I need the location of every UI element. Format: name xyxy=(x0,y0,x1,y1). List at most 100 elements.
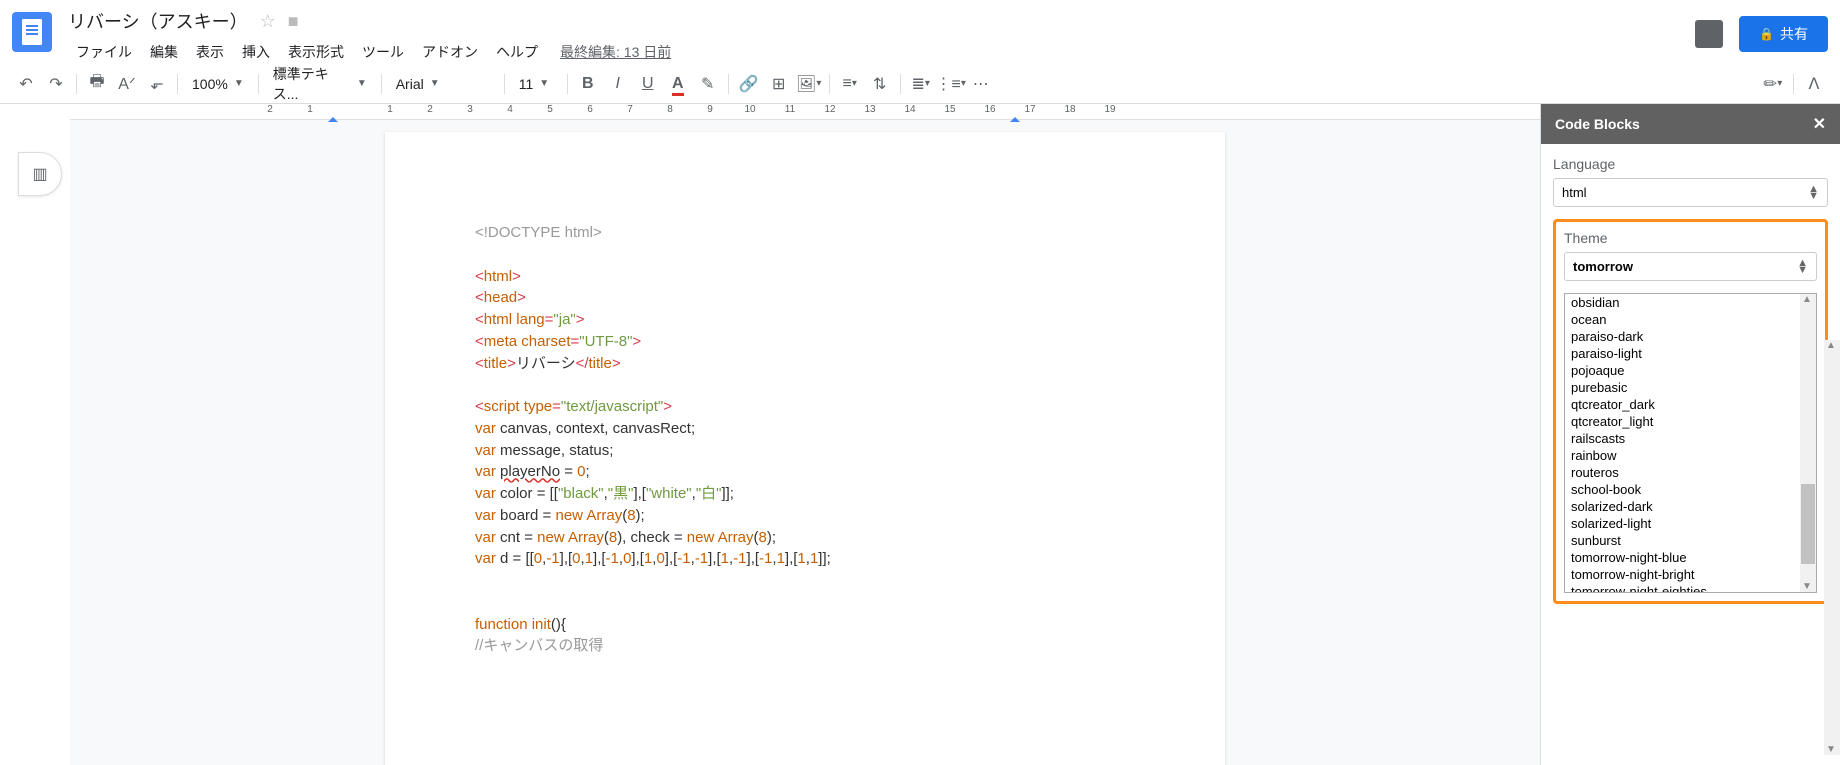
document-title[interactable]: リバーシ（アスキー） xyxy=(68,8,248,34)
undo-button[interactable]: ↶ xyxy=(12,70,40,98)
theme-option[interactable]: school-book xyxy=(1565,481,1816,498)
share-label: 共有 xyxy=(1780,24,1808,44)
ruler-number: 13 xyxy=(850,104,890,115)
theme-option[interactable]: tomorrow-night-eighties xyxy=(1565,583,1816,593)
theme-option[interactable]: solarized-light xyxy=(1565,515,1816,532)
code-blocks-sidebar: Code Blocks ✕ Language html ▲▼ Theme tom… xyxy=(1540,104,1840,765)
select-arrows-icon: ▲▼ xyxy=(1797,260,1808,273)
align-button[interactable]: ≡▾ xyxy=(836,70,864,98)
theme-select[interactable]: tomorrow ▲▼ xyxy=(1564,252,1817,281)
ruler-number: 6 xyxy=(570,104,610,115)
page[interactable]: <!DOCTYPE html> <html> <head> <html lang… xyxy=(385,132,1225,765)
bold-button[interactable]: B xyxy=(574,70,602,98)
theme-option[interactable]: purebasic xyxy=(1565,379,1816,396)
share-button[interactable]: 🔒 共有 xyxy=(1739,16,1828,52)
comments-icon[interactable] xyxy=(1695,20,1723,48)
ruler-number: 14 xyxy=(890,104,930,115)
sidebar-title: Code Blocks xyxy=(1555,116,1640,132)
ruler-number: 19 xyxy=(1090,104,1130,115)
menu-help[interactable]: ヘルプ xyxy=(488,38,546,66)
ruler-number: 11 xyxy=(770,104,810,115)
styles-select[interactable]: 標準テキス...▼ xyxy=(265,70,375,98)
theme-option[interactable]: routeros xyxy=(1565,464,1816,481)
ruler-number: 8 xyxy=(650,104,690,115)
document-canvas[interactable]: 2112345678910111213141516171819 <!DOCTYP… xyxy=(70,104,1540,765)
underline-button[interactable]: U xyxy=(634,70,662,98)
insert-comment-button[interactable]: ⊞ xyxy=(765,70,793,98)
print-button[interactable]: 🖶 xyxy=(83,70,111,98)
ruler-number: 7 xyxy=(610,104,650,115)
menu-file[interactable]: ファイル xyxy=(68,38,140,66)
ruler-number: 9 xyxy=(690,104,730,115)
spellcheck-button[interactable]: Aᐟ xyxy=(113,70,141,98)
theme-option[interactable]: ocean xyxy=(1565,311,1816,328)
folder-icon[interactable]: ■ xyxy=(288,11,299,32)
language-select[interactable]: html ▲▼ xyxy=(1553,178,1828,207)
ruler-number: 5 xyxy=(530,104,570,115)
insert-link-button[interactable]: 🔗 xyxy=(735,70,763,98)
zoom-select[interactable]: 100%▼ xyxy=(184,70,252,98)
horizontal-ruler[interactable]: 2112345678910111213141516171819 xyxy=(70,104,1540,120)
sidebar-scrollbar[interactable] xyxy=(1824,340,1840,755)
outline-toggle-button[interactable]: ▥ xyxy=(18,152,62,196)
app-header: リバーシ（アスキー） ☆ ■ ファイル 編集 表示 挿入 表示形式 ツール アド… xyxy=(0,0,1840,64)
menu-insert[interactable]: 挿入 xyxy=(234,38,278,66)
menu-format[interactable]: 表示形式 xyxy=(280,38,352,66)
paint-format-button[interactable]: ⬐ xyxy=(143,70,171,98)
highlight-button[interactable]: ✎ xyxy=(694,70,722,98)
ruler-number: 16 xyxy=(970,104,1010,115)
theme-option[interactable]: qtcreator_dark xyxy=(1565,396,1816,413)
ruler-number: 18 xyxy=(1050,104,1090,115)
theme-option[interactable]: sunburst xyxy=(1565,532,1816,549)
star-icon[interactable]: ☆ xyxy=(260,11,276,32)
theme-option[interactable]: tomorrow-night-blue xyxy=(1565,549,1816,566)
theme-listbox[interactable]: obsidianoceanparaiso-darkparaiso-lightpo… xyxy=(1564,293,1817,593)
theme-option[interactable]: pojoaque xyxy=(1565,362,1816,379)
theme-option[interactable]: rainbow xyxy=(1565,447,1816,464)
code-content[interactable]: <!DOCTYPE html> <html> <head> <html lang… xyxy=(475,222,1135,657)
language-label: Language xyxy=(1553,156,1828,172)
toolbar: ↶ ↷ 🖶 Aᐟ ⬐ 100%▼ 標準テキス...▼ Arial▼ 11▼ B … xyxy=(0,64,1840,104)
ruler-number: 2 xyxy=(250,104,290,115)
editing-mode-button[interactable]: ✎▾ xyxy=(1759,70,1787,98)
theme-option[interactable]: qtcreator_light xyxy=(1565,413,1816,430)
insert-image-button[interactable]: 🖼▾ xyxy=(795,70,823,98)
theme-option[interactable]: paraiso-dark xyxy=(1565,328,1816,345)
docs-logo[interactable] xyxy=(12,12,52,52)
menu-edit[interactable]: 編集 xyxy=(142,38,186,66)
listbox-scrollbar[interactable] xyxy=(1800,294,1816,592)
menu-view[interactable]: 表示 xyxy=(188,38,232,66)
ruler-number: 10 xyxy=(730,104,770,115)
sidebar-close-button[interactable]: ✕ xyxy=(1813,114,1826,134)
line-spacing-button[interactable]: ⇅ xyxy=(866,70,894,98)
ruler-number: 3 xyxy=(450,104,490,115)
ruler-number: 12 xyxy=(810,104,850,115)
italic-button[interactable]: I xyxy=(604,70,632,98)
more-button[interactable]: ⋯ xyxy=(967,70,995,98)
font-select[interactable]: Arial▼ xyxy=(388,70,498,98)
theme-option[interactable]: paraiso-light xyxy=(1565,345,1816,362)
ruler-number: 1 xyxy=(290,104,330,115)
menu-tools[interactable]: ツール xyxy=(354,38,412,66)
menu-bar: ファイル 編集 表示 挿入 表示形式 ツール アドオン ヘルプ 最終編集: 13… xyxy=(68,38,1695,66)
scrollbar-thumb[interactable] xyxy=(1801,484,1815,564)
right-indent-marker[interactable] xyxy=(1010,112,1020,122)
bulleted-list-button[interactable]: ⋮≡▾ xyxy=(937,70,965,98)
theme-option[interactable]: solarized-dark xyxy=(1565,498,1816,515)
select-arrows-icon: ▲▼ xyxy=(1808,186,1819,199)
last-edit-link[interactable]: 最終編集: 13 日前 xyxy=(560,42,671,62)
text-color-button[interactable]: A xyxy=(664,70,692,98)
numbered-list-button[interactable]: ≣▾ xyxy=(907,70,935,98)
theme-group-highlight: Theme tomorrow ▲▼ obsidianoceanparaiso-d… xyxy=(1553,219,1828,604)
theme-option[interactable]: railscasts xyxy=(1565,430,1816,447)
theme-option[interactable]: obsidian xyxy=(1565,294,1816,311)
ruler-number: 2 xyxy=(410,104,450,115)
theme-option[interactable]: tomorrow-night-bright xyxy=(1565,566,1816,583)
menu-addons[interactable]: アドオン xyxy=(414,38,486,66)
fontsize-select[interactable]: 11▼ xyxy=(511,70,561,98)
ruler-number: 4 xyxy=(490,104,530,115)
theme-label: Theme xyxy=(1564,230,1817,246)
redo-button[interactable]: ↷ xyxy=(42,70,70,98)
collapse-toolbar-button[interactable]: ᐱ xyxy=(1800,70,1828,98)
left-indent-marker[interactable] xyxy=(328,112,338,122)
